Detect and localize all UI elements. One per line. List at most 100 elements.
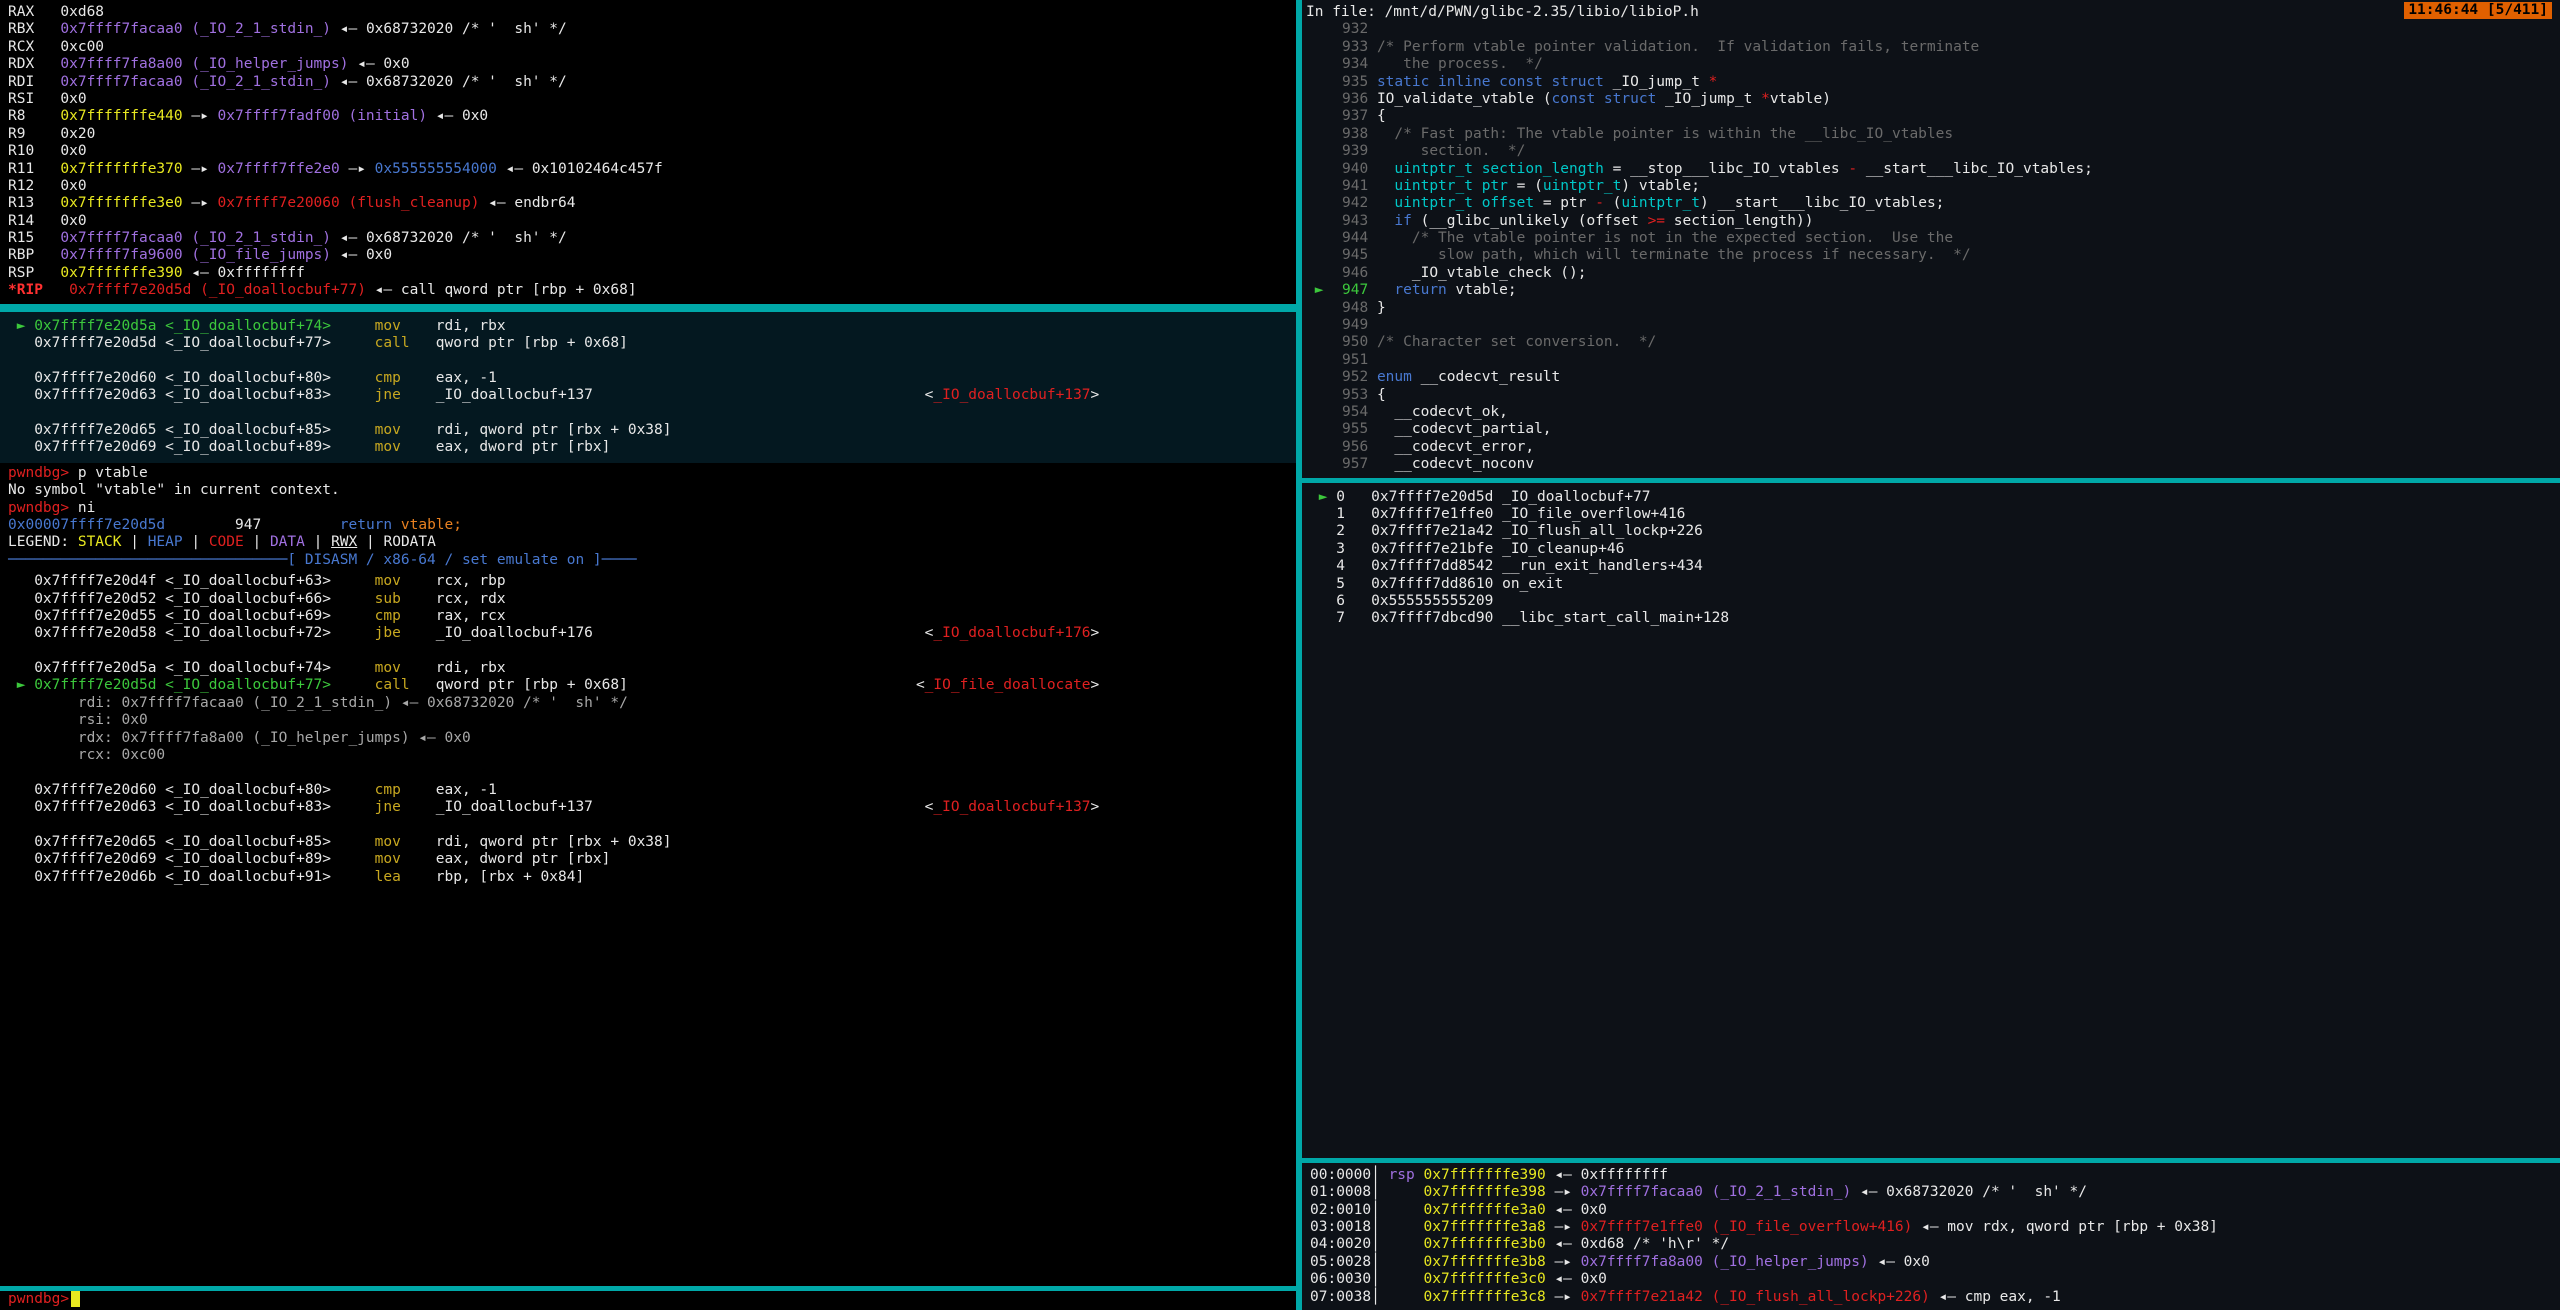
register-row: R8 0x7fffffffe440 —▸ 0x7ffff7fadf00 (ini…	[8, 108, 1288, 125]
prompt[interactable]: pwndbg>	[0, 1291, 1296, 1310]
time-badge: 11:46:44 [5/411]	[2404, 2, 2552, 19]
register-row: RSI 0x0	[8, 91, 1288, 108]
register-row: RDI 0x7ffff7facaa0 (_IO_2_1_stdin_) ◂— 0…	[8, 74, 1288, 91]
disasm-row: 0x7ffff7e20d6b <_IO_doallocbuf+91> lea r…	[8, 869, 1288, 886]
disasm-row	[8, 405, 1288, 422]
disasm-row: 0x7ffff7e20d65 <_IO_doallocbuf+85> mov r…	[8, 834, 1288, 851]
disasm-row: 0x7ffff7e20d52 <_IO_doallocbuf+66> sub r…	[8, 591, 1288, 608]
source-line: ► 947 return vtable;	[1306, 282, 2552, 299]
source-line: 946 _IO_vtable_check ();	[1306, 265, 2552, 282]
source-line: 937 {	[1306, 108, 2552, 125]
source-line: 938 /* Fast path: The vtable pointer is …	[1306, 126, 2552, 143]
disasm-panel: 0x7ffff7e20d4f <_IO_doallocbuf+63> mov r…	[0, 571, 1296, 1286]
disasm-row: 0x7ffff7e20d60 <_IO_doallocbuf+80> cmp e…	[8, 782, 1288, 799]
source-line: 939 section. */	[1306, 143, 2552, 160]
disasm-row: 0x7ffff7e20d5a <_IO_doallocbuf+74> mov r…	[8, 660, 1288, 677]
register-row: RDX 0x7ffff7fa8a00 (_IO_helper_jumps) ◂—…	[8, 56, 1288, 73]
stack-row: 03:0018│ 0x7fffffffe3a8 —▸ 0x7ffff7e1ffe…	[1310, 1219, 2552, 1236]
source-line: 956 __codecvt_error,	[1306, 439, 2552, 456]
disasm-row: rdi: 0x7ffff7facaa0 (_IO_2_1_stdin_) ◂— …	[8, 695, 1288, 712]
source-line: 950 /* Character set conversion. */	[1306, 334, 2552, 351]
disasm-row: 0x7ffff7e20d60 <_IO_doallocbuf+80> cmp e…	[8, 370, 1288, 387]
source-line: 942 uintptr_t offset = ptr - (uintptr_t)…	[1306, 195, 2552, 212]
source-line: 955 __codecvt_partial,	[1306, 421, 2552, 438]
cursor	[71, 1291, 80, 1307]
stack-row: 07:0038│ 0x7fffffffe3c8 —▸ 0x7ffff7e21a4…	[1310, 1289, 2552, 1306]
source-file-header: In file: /mnt/d/PWN/glibc-2.35/libio/lib…	[1306, 4, 2552, 21]
disasm-row: 0x7ffff7e20d58 <_IO_doallocbuf+72> jbe _…	[8, 625, 1288, 642]
disasm-row: ► 0x7ffff7e20d5d <_IO_doallocbuf+77> cal…	[8, 677, 1288, 694]
backtrace-frame: 4 0x7ffff7dd8542 __run_exit_handlers+434	[1310, 558, 2552, 575]
disasm-preview-panel: ► 0x7ffff7e20d5a <_IO_doallocbuf+74> mov…	[0, 309, 1296, 463]
disasm-row: 0x7ffff7e20d5d <_IO_doallocbuf+77> call …	[8, 335, 1288, 352]
backtrace-frame: 5 0x7ffff7dd8610 on_exit	[1310, 576, 2552, 593]
register-row: RSP 0x7fffffffe390 ◂— 0xffffffff	[8, 265, 1288, 282]
register-row: RAX 0xd68	[8, 4, 1288, 21]
register-row: R11 0x7fffffffe370 —▸ 0x7ffff7ffe2e0 —▸ …	[8, 161, 1288, 178]
right-pane: 11:46:44 [5/411] In file: /mnt/d/PWN/gli…	[1302, 0, 2560, 1310]
source-line: 948 }	[1306, 300, 2552, 317]
stack-row: 02:0010│ 0x7fffffffe3a0 ◂— 0x0	[1310, 1202, 2552, 1219]
source-panel: In file: /mnt/d/PWN/glibc-2.35/libio/lib…	[1302, 0, 2560, 478]
stack-row: 01:0008│ 0x7fffffffe398 —▸ 0x7ffff7facaa…	[1310, 1184, 2552, 1201]
disasm-row: ► 0x7ffff7e20d5a <_IO_doallocbuf+74> mov…	[8, 318, 1288, 335]
source-line: 944 /* The vtable pointer is not in the …	[1306, 230, 2552, 247]
register-row: R9 0x20	[8, 126, 1288, 143]
source-line: 935 static inline const struct _IO_jump_…	[1306, 74, 2552, 91]
source-line: 934 the process. */	[1306, 56, 2552, 73]
debugger-root: RAX 0xd68RBX 0x7ffff7facaa0 (_IO_2_1_std…	[0, 0, 2560, 1310]
source-line: 949	[1306, 317, 2552, 334]
backtrace-frame: 3 0x7ffff7e21bfe _IO_cleanup+46	[1310, 541, 2552, 558]
source-line: 954 __codecvt_ok,	[1306, 404, 2552, 421]
stack-row: 04:0020│ 0x7fffffffe3b0 ◂— 0xd68 /* 'h\r…	[1310, 1236, 2552, 1253]
disasm-row: 0x7ffff7e20d55 <_IO_doallocbuf+69> cmp r…	[8, 608, 1288, 625]
stack-panel: 00:0000│ rsp 0x7fffffffe390 ◂— 0xfffffff…	[1302, 1163, 2560, 1310]
source-line: 943 if (__glibc_unlikely (offset >= sect…	[1306, 213, 2552, 230]
source-line: 952 enum __codecvt_result	[1306, 369, 2552, 386]
left-pane: RAX 0xd68RBX 0x7ffff7facaa0 (_IO_2_1_std…	[0, 0, 1296, 1310]
disasm-row: 0x7ffff7e20d65 <_IO_doallocbuf+85> mov r…	[8, 422, 1288, 439]
register-row: R12 0x0	[8, 178, 1288, 195]
register-row: R10 0x0	[8, 143, 1288, 160]
source-line: 945 slow path, which will terminate the …	[1306, 247, 2552, 264]
register-row: R15 0x7ffff7facaa0 (_IO_2_1_stdin_) ◂— 0…	[8, 230, 1288, 247]
source-line: 940 uintptr_t section_length = __stop___…	[1306, 161, 2552, 178]
disasm-row	[8, 643, 1288, 660]
register-row: RBX 0x7ffff7facaa0 (_IO_2_1_stdin_) ◂— 0…	[8, 21, 1288, 38]
disasm-row: 0x7ffff7e20d4f <_IO_doallocbuf+63> mov r…	[8, 573, 1288, 590]
stack-row: 06:0030│ 0x7fffffffe3c0 ◂— 0x0	[1310, 1271, 2552, 1288]
disasm-row	[8, 817, 1288, 834]
backtrace-panel: ► 0 0x7ffff7e20d5d _IO_doallocbuf+77 1 0…	[1302, 483, 2560, 634]
backtrace-frame: 2 0x7ffff7e21a42 _IO_flush_all_lockp+226	[1310, 523, 2552, 540]
spacer	[1302, 634, 2560, 1158]
register-row: RBP 0x7ffff7fa9600 (_IO_file_jumps) ◂— 0…	[8, 247, 1288, 264]
disasm-row: 0x7ffff7e20d63 <_IO_doallocbuf+83> jne _…	[8, 387, 1288, 404]
disasm-row: 0x7ffff7e20d63 <_IO_doallocbuf+83> jne _…	[8, 799, 1288, 816]
register-row: R13 0x7fffffffe3e0 —▸ 0x7ffff7e20060 (fl…	[8, 195, 1288, 212]
backtrace-frame: 7 0x7ffff7dbcd90 __libc_start_call_main+…	[1310, 610, 2552, 627]
source-line: 933 /* Perform vtable pointer validation…	[1306, 39, 2552, 56]
prompt-label: pwndbg>	[8, 1291, 69, 1308]
source-line: 936 IO_validate_vtable (const struct _IO…	[1306, 91, 2552, 108]
backtrace-frame: 1 0x7ffff7e1ffe0 _IO_file_overflow+416	[1310, 506, 2552, 523]
source-line: 941 uintptr_t ptr = (uintptr_t) vtable;	[1306, 178, 2552, 195]
disasm-row: rsi: 0x0	[8, 712, 1288, 729]
cli-output: pwndbg> p vtableNo symbol "vtable" in cu…	[0, 463, 1296, 571]
disasm-row	[8, 764, 1288, 781]
disasm-row: rdx: 0x7ffff7fa8a00 (_IO_helper_jumps) ◂…	[8, 730, 1288, 747]
register-row: R14 0x0	[8, 213, 1288, 230]
disasm-row: 0x7ffff7e20d69 <_IO_doallocbuf+89> mov e…	[8, 851, 1288, 868]
disasm-row	[8, 352, 1288, 369]
backtrace-frame: 6 0x555555555209	[1310, 593, 2552, 610]
disasm-row: rcx: 0xc00	[8, 747, 1288, 764]
source-line: 932	[1306, 21, 2552, 38]
registers-panel: RAX 0xd68RBX 0x7ffff7facaa0 (_IO_2_1_std…	[0, 0, 1296, 304]
source-line: 953 {	[1306, 387, 2552, 404]
disasm-row: 0x7ffff7e20d69 <_IO_doallocbuf+89> mov e…	[8, 439, 1288, 456]
source-line: 951	[1306, 352, 2552, 369]
register-row: RCX 0xc00	[8, 39, 1288, 56]
register-row: *RIP 0x7ffff7e20d5d (_IO_doallocbuf+77) …	[8, 282, 1288, 299]
source-line: 957 __codecvt_noconv	[1306, 456, 2552, 473]
backtrace-frame: ► 0 0x7ffff7e20d5d _IO_doallocbuf+77	[1310, 489, 2552, 506]
stack-row: 00:0000│ rsp 0x7fffffffe390 ◂— 0xfffffff…	[1310, 1167, 2552, 1184]
